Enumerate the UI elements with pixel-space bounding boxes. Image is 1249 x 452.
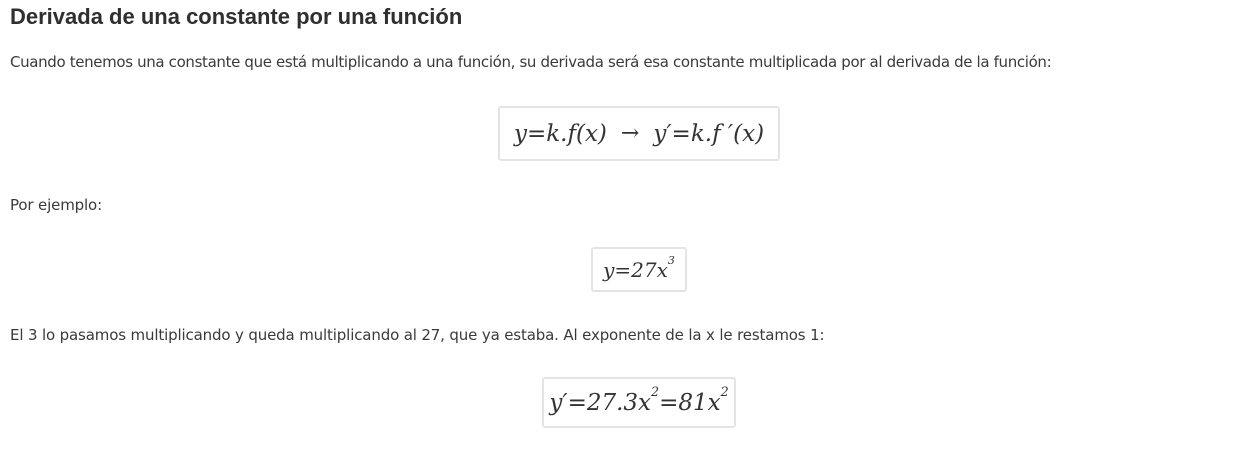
rule-left-side: y=k.f(x) xyxy=(513,120,607,147)
example-exponent: 3 xyxy=(667,253,675,267)
intro-paragraph: Cuando tenemos una constante que está mu… xyxy=(10,53,1052,71)
example-base: y=27x xyxy=(603,257,668,282)
result-formula: y′=27.3x 2 =81x 2 xyxy=(542,377,736,428)
rule-right-side: y′=k.f ′(x) xyxy=(653,120,765,147)
result-part-1: y′=27.3x xyxy=(549,389,652,416)
page-title: Derivada de una constante por una funció… xyxy=(10,4,463,29)
derivative-rule-formula: y=k.f(x) → y′=k.f ′(x) xyxy=(498,106,780,161)
example-label: Por ejemplo: xyxy=(10,196,102,214)
result-exponent-1: 2 xyxy=(651,384,660,400)
example-formula: y=27x 3 xyxy=(591,247,687,292)
explanation-paragraph: El 3 lo pasamos multiplicando y queda mu… xyxy=(10,326,825,344)
result-part-2: =81x xyxy=(659,389,721,416)
right-arrow-icon: → xyxy=(620,121,640,146)
result-exponent-2: 2 xyxy=(720,384,729,400)
